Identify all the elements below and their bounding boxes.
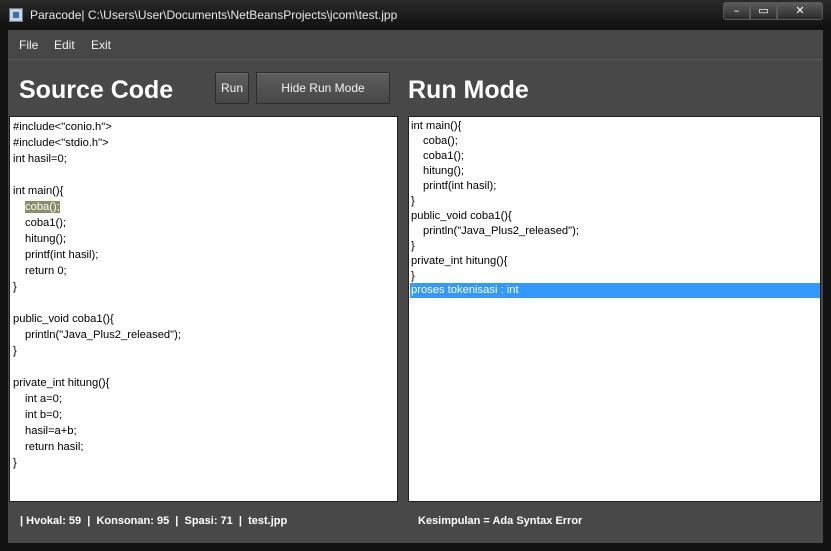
app-window: Paracode| C:\Users\User\Documents\NetBea… bbox=[0, 0, 831, 551]
code-line: return 0; bbox=[25, 265, 67, 277]
code-line: hitung(); bbox=[25, 233, 67, 245]
output-line: hitung(); bbox=[423, 165, 465, 177]
code-line: int main(){ bbox=[13, 185, 64, 197]
code-line: int hasil=0; bbox=[13, 153, 67, 165]
hide-run-mode-button[interactable]: Hide Run Mode bbox=[256, 72, 390, 104]
source-code-editor[interactable]: #include<"conio.h"> #include<"stdio.h"> … bbox=[9, 116, 398, 502]
code-line: } bbox=[13, 345, 17, 357]
output-line: int main(){ bbox=[411, 120, 462, 132]
source-code-heading: Source Code bbox=[19, 76, 174, 104]
code-line: hasil=a+b; bbox=[25, 425, 77, 437]
output-line: coba1(); bbox=[423, 150, 465, 162]
menu-exit[interactable]: Exit bbox=[91, 38, 111, 52]
status-conclusion: Kesimpulan = Ada Syntax Error bbox=[418, 515, 583, 527]
code-line: } bbox=[13, 281, 17, 293]
close-button[interactable]: ✕ bbox=[777, 2, 823, 20]
code-line: private_int hitung(){ bbox=[13, 377, 110, 389]
maximize-button[interactable]: ▭ bbox=[750, 2, 777, 20]
output-line: private_int hitung(){ bbox=[411, 255, 508, 267]
code-line: #include<"stdio.h"> bbox=[13, 137, 109, 149]
code-line: coba1(); bbox=[25, 217, 67, 229]
main-panel: Source Code Run Hide Run Mode Run Mode #… bbox=[8, 60, 823, 543]
output-line: coba(); bbox=[423, 135, 458, 147]
code-line: } bbox=[13, 457, 17, 469]
output-line: } bbox=[411, 240, 415, 252]
title-bar[interactable]: Paracode| C:\Users\User\Documents\NetBea… bbox=[0, 0, 831, 30]
output-line: } bbox=[411, 270, 415, 282]
code-line: public_void coba1(){ bbox=[13, 313, 114, 325]
code-line: int a=0; bbox=[25, 393, 63, 405]
minimize-button[interactable]: – bbox=[723, 2, 750, 20]
java-app-icon bbox=[9, 8, 23, 22]
output-line: printf(int hasil); bbox=[423, 180, 497, 192]
window-title: Paracode| C:\Users\User\Documents\NetBea… bbox=[30, 8, 398, 22]
status-stats: | Hvokal: 59 | Konsonan: 95 | Spasi: 71 … bbox=[20, 515, 288, 527]
code-line: println("Java_Plus2_released"); bbox=[25, 329, 181, 341]
output-line: public_void coba1(){ bbox=[411, 210, 512, 222]
run-mode-heading: Run Mode bbox=[408, 76, 529, 104]
output-line: } bbox=[411, 195, 415, 207]
code-line: int b=0; bbox=[25, 409, 63, 421]
code-line-highlighted: coba(); bbox=[25, 199, 60, 215]
menu-file[interactable]: File bbox=[19, 38, 38, 52]
code-line: printf(int hasil); bbox=[25, 249, 99, 261]
run-mode-output[interactable]: int main(){ coba(); coba1(); hitung(); p… bbox=[408, 116, 821, 502]
menu-bar: File Edit Exit bbox=[8, 30, 823, 60]
run-button[interactable]: Run bbox=[215, 72, 249, 104]
highlighted-token: coba(); bbox=[25, 201, 60, 213]
output-line-selected[interactable]: proses tokenisasi : int bbox=[410, 283, 820, 298]
output-line: println("Java_Plus2_released"); bbox=[423, 225, 579, 237]
code-line: return hasil; bbox=[25, 441, 84, 453]
code-line: #include<"conio.h"> bbox=[13, 121, 112, 133]
menu-edit[interactable]: Edit bbox=[54, 38, 75, 52]
